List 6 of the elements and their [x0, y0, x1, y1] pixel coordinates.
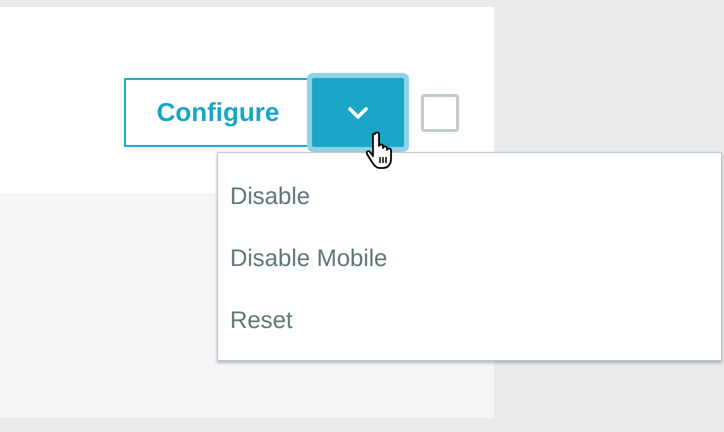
- menu-item[interactable]: Disable: [218, 173, 721, 235]
- menu-item[interactable]: Reset: [218, 297, 721, 359]
- chevron-down-icon: [347, 106, 369, 120]
- checkbox[interactable]: [421, 94, 459, 132]
- menu-item[interactable]: Disable Mobile: [218, 235, 721, 297]
- dropdown-toggle-button[interactable]: [312, 78, 404, 147]
